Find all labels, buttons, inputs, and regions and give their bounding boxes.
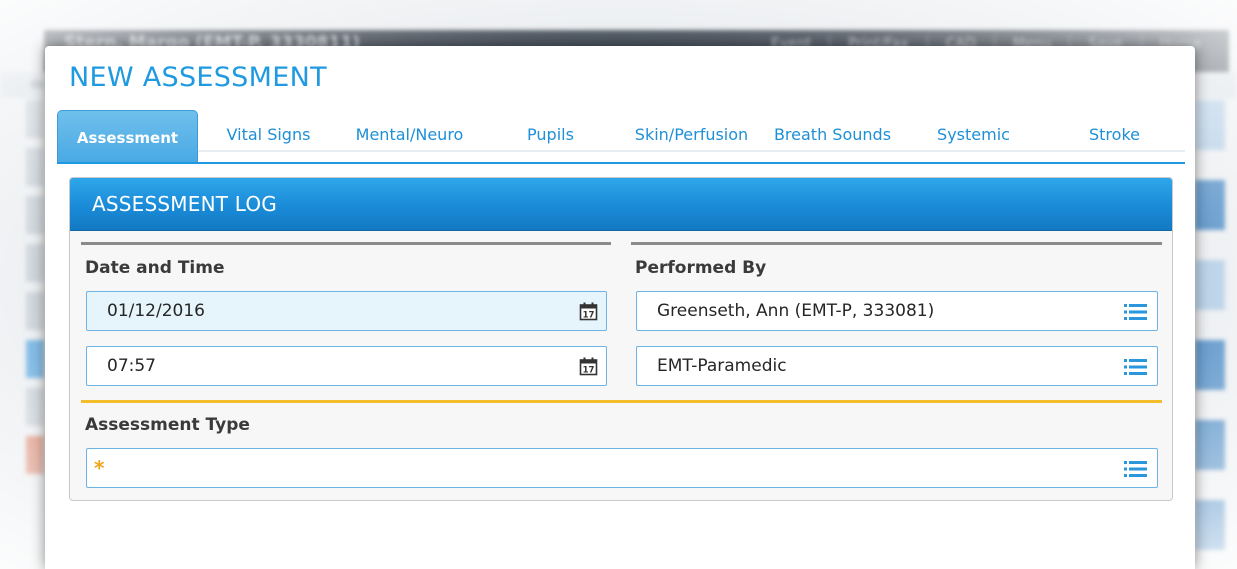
date-time-label: Date and Time bbox=[85, 258, 225, 278]
calendar-icon-day: 17 bbox=[583, 311, 595, 321]
performed-by-role-field[interactable]: EMT-Paramedic bbox=[636, 346, 1158, 386]
performed-by-section-rule bbox=[631, 242, 1162, 245]
date-value: 01/12/2016 bbox=[107, 301, 205, 321]
background-sub-text: de bbox=[30, 77, 45, 91]
tab-skin-perfusion[interactable]: Skin/Perfusion bbox=[621, 110, 762, 160]
assessment-type-field[interactable]: * bbox=[86, 448, 1158, 488]
tab-assessment[interactable]: Assessment bbox=[57, 110, 198, 162]
calendar-icon[interactable]: 17 bbox=[579, 302, 598, 321]
time-field[interactable]: 07:57 17 bbox=[86, 346, 607, 386]
background-right-column bbox=[1195, 100, 1225, 550]
tab-systemic[interactable]: Systemic bbox=[903, 110, 1044, 160]
tab-vital-signs[interactable]: Vital Signs bbox=[198, 110, 339, 160]
performed-by-role-value: EMT-Paramedic bbox=[657, 356, 787, 376]
time-value: 07:57 bbox=[107, 356, 156, 376]
calendar-icon-day: 17 bbox=[583, 366, 595, 376]
tab-stroke[interactable]: Stroke bbox=[1044, 110, 1185, 160]
tab-mental-neuro[interactable]: Mental/Neuro bbox=[339, 110, 480, 160]
list-icon[interactable] bbox=[1124, 460, 1147, 478]
assessment-tab-bar: Assessment Vital Signs Mental/Neuro Pupi… bbox=[57, 110, 1185, 164]
modal-title: NEW ASSESSMENT bbox=[69, 62, 327, 93]
calendar-icon[interactable]: 17 bbox=[579, 357, 598, 376]
list-icon[interactable] bbox=[1124, 303, 1147, 321]
assessment-log-panel: ASSESSMENT LOG Date and Time 01/12/2016 … bbox=[69, 177, 1173, 501]
date-field[interactable]: 01/12/2016 17 bbox=[86, 291, 607, 331]
performed-by-name-field[interactable]: Greenseth, Ann (EMT-P, 333081) bbox=[636, 291, 1158, 331]
list-icon[interactable] bbox=[1124, 358, 1147, 376]
required-section-divider bbox=[81, 400, 1162, 403]
performed-by-label: Performed By bbox=[635, 258, 767, 278]
tab-breath-sounds[interactable]: Breath Sounds bbox=[762, 110, 903, 160]
required-marker: * bbox=[94, 456, 105, 480]
background-left-column bbox=[26, 100, 44, 540]
performed-by-name-value: Greenseth, Ann (EMT-P, 333081) bbox=[657, 301, 935, 321]
assessment-log-title: ASSESSMENT LOG bbox=[92, 192, 277, 216]
assessment-type-label: Assessment Type bbox=[85, 415, 250, 435]
date-time-section-rule bbox=[81, 242, 611, 245]
assessment-log-header: ASSESSMENT LOG bbox=[70, 178, 1172, 231]
new-assessment-modal: NEW ASSESSMENT Assessment Vital Signs Me… bbox=[45, 46, 1195, 569]
tab-pupils[interactable]: Pupils bbox=[480, 110, 621, 160]
